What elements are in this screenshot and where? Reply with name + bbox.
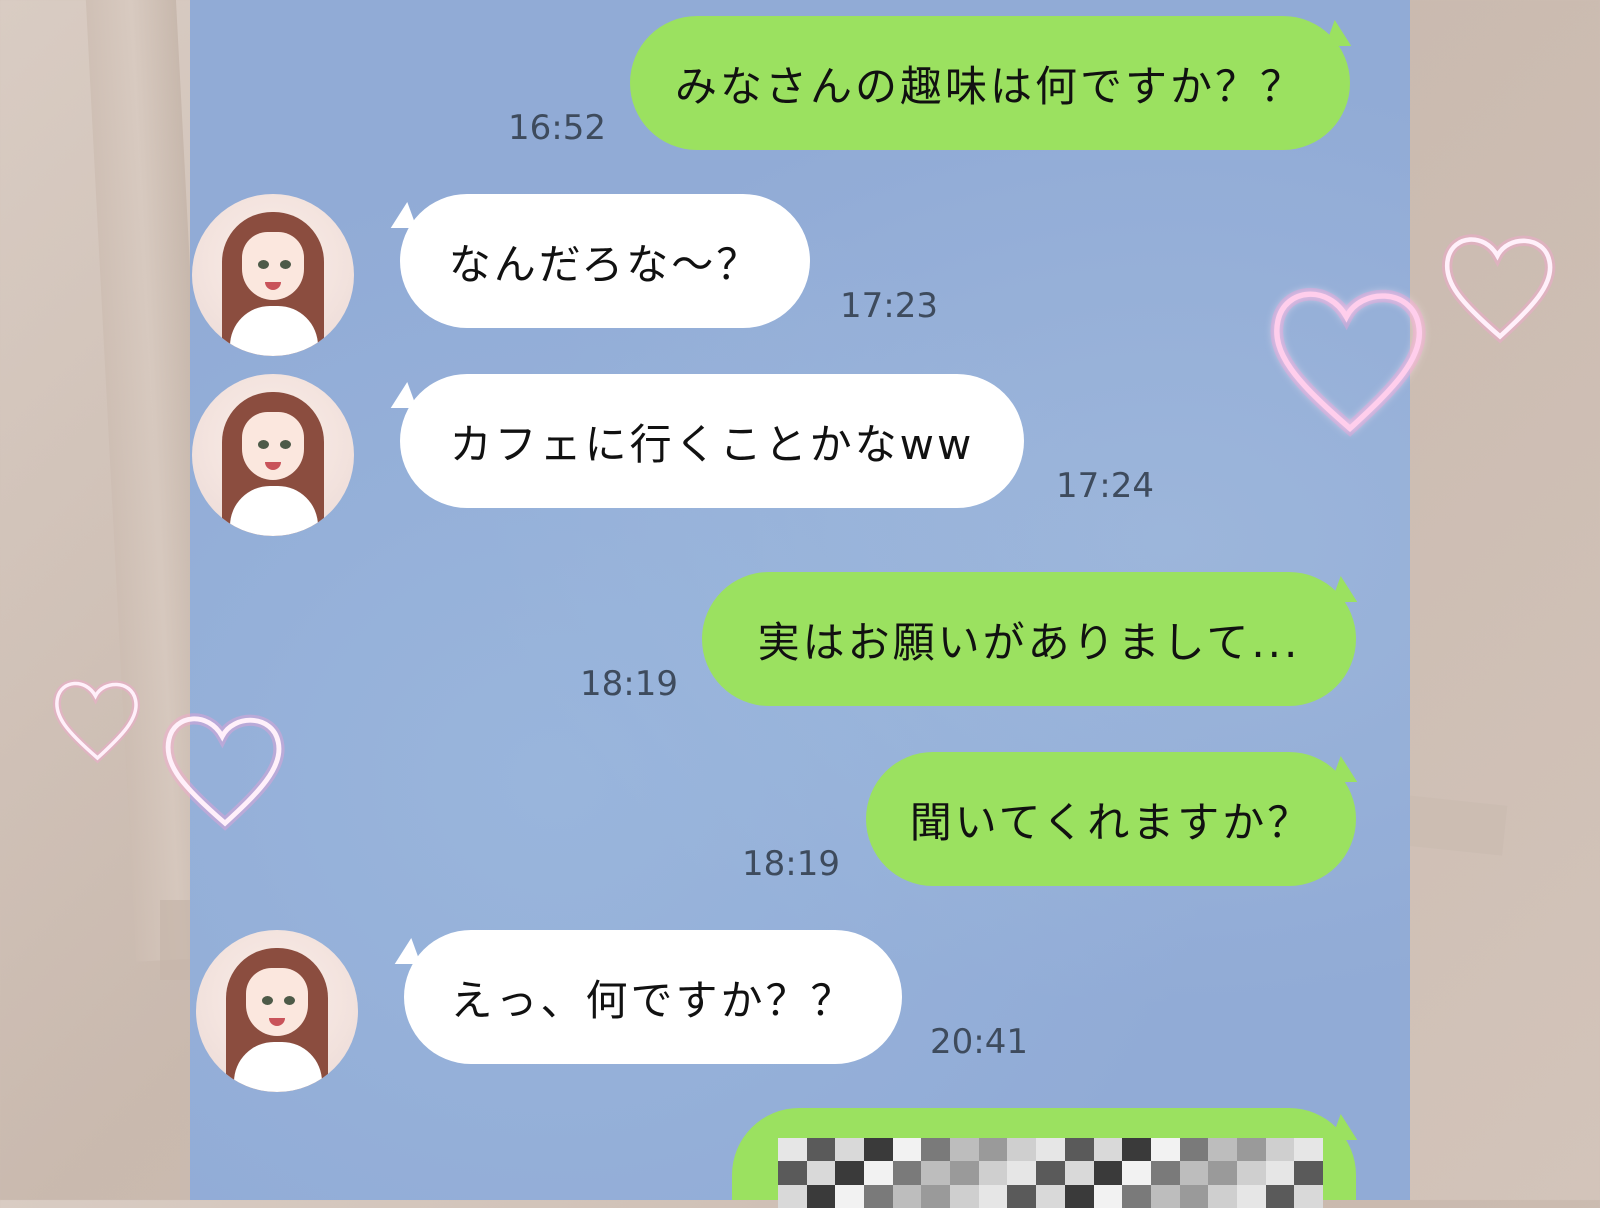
avatar[interactable] [192,374,354,536]
message-text: なんだろな～？ [448,239,762,289]
mosaic-cell [1036,1161,1065,1185]
message-text: えっ、何ですか？？ [450,975,856,1025]
message-timestamp: 17:23 [840,286,938,326]
mosaic-cell [1122,1138,1151,1162]
mosaic-cell [1208,1161,1237,1185]
mosaic-cell [950,1138,979,1162]
message-bubble[interactable]: えっ、何ですか？？ [404,930,902,1064]
message-timestamp: 18:19 [742,844,840,884]
mosaic-cell [1236,1161,1266,1185]
mosaic-cell [806,1184,836,1208]
mosaic-cell [835,1184,865,1208]
message-bubble[interactable]: 実はお願いがありまして... [702,572,1356,706]
mosaic-cell [864,1161,893,1185]
mosaic-cell [835,1138,865,1162]
mosaic-cell [1294,1138,1323,1162]
mosaic-cell [1265,1138,1295,1162]
message-text: カフェに行くことかなww [449,419,975,469]
message-bubble[interactable]: カフェに行くことかなww [400,374,1024,508]
mosaic-cell [864,1138,893,1162]
mosaic-cell [778,1184,807,1208]
mosaic-cell [892,1138,922,1162]
mosaic-cell [778,1138,807,1162]
mosaic-cell [1093,1184,1123,1208]
heart-icon [1270,287,1426,437]
mosaic-cell [978,1184,1008,1208]
message-text: 聞いてくれますか？ [909,797,1313,847]
mosaic-cell [1265,1184,1295,1208]
mosaic-cell [1236,1138,1266,1162]
mosaic-cell [864,1184,893,1208]
mosaic-cell [1208,1138,1237,1162]
mosaic-cell [1036,1184,1065,1208]
mosaic-cell [1007,1138,1037,1162]
mosaic-cell [1294,1184,1323,1208]
mosaic-cell [778,1161,807,1185]
heart-icon [1441,234,1556,344]
mosaic-cell [921,1138,951,1162]
mosaic-cell [1064,1138,1094,1162]
mosaic-cell [1064,1184,1094,1208]
avatar[interactable] [192,194,354,356]
mosaic-cell [950,1161,979,1185]
message-bubble[interactable]: みなさんの趣味は何ですか？？ [630,16,1350,150]
heart-icon [52,679,141,764]
mosaic-cell [1093,1138,1123,1162]
mosaic-cell [1150,1161,1180,1185]
mosaic-cell [806,1161,836,1185]
mosaic-cell [1007,1184,1037,1208]
message-bubble[interactable]: なんだろな～？ [400,194,810,328]
mosaic-cell [1064,1161,1094,1185]
mosaic-cell [921,1161,951,1185]
mosaic-cell [1122,1161,1151,1185]
message-timestamp: 18:19 [580,664,678,704]
message-timestamp: 17:24 [1056,466,1154,506]
avatar[interactable] [196,930,358,1092]
mosaic-cell [892,1184,922,1208]
mosaic-cell [1007,1161,1037,1185]
mosaic-cell [1236,1184,1266,1208]
mosaic-cell [978,1161,1008,1185]
mosaic-cell [1208,1184,1237,1208]
mosaic-cell [806,1138,836,1162]
mosaic-cell [1093,1161,1123,1185]
heart-icon [162,713,285,831]
mosaic-cell [1179,1161,1209,1185]
mosaic-cell [892,1161,922,1185]
mosaic-cell [1036,1138,1065,1162]
mosaic-cell [1150,1184,1180,1208]
message-text: みなさんの趣味は何ですか？？ [674,61,1305,111]
chat-panel[interactable]: みなさんの趣味は何ですか？？ 16:52 なんだろな～？ 17:23 カフェに行… [190,0,1410,1200]
mosaic-cell [950,1184,979,1208]
censored-mosaic [778,1138,1323,1208]
mosaic-cell [1179,1138,1209,1162]
mosaic-cell [1179,1184,1209,1208]
message-bubble[interactable]: 聞いてくれますか？ [866,752,1356,886]
mosaic-cell [835,1161,865,1185]
mosaic-cell [921,1184,951,1208]
mosaic-cell [1265,1161,1295,1185]
mosaic-cell [1122,1184,1151,1208]
mosaic-cell [1294,1161,1323,1185]
mosaic-cell [1150,1138,1180,1162]
message-timestamp: 16:52 [508,108,606,148]
mosaic-cell [978,1138,1008,1162]
message-timestamp: 20:41 [930,1022,1028,1062]
message-text: 実はお願いがありまして... [757,617,1301,667]
